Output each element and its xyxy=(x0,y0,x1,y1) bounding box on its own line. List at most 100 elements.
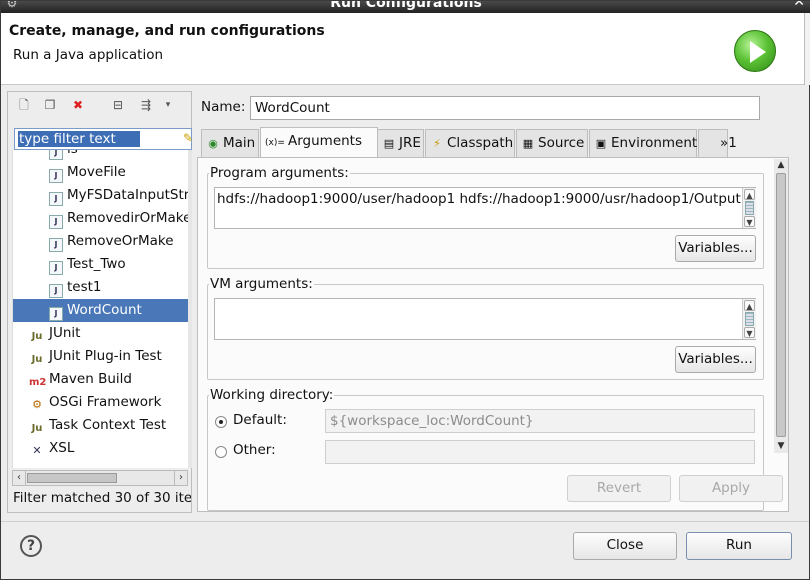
run-banner-icon xyxy=(734,30,776,72)
name-label: Name: xyxy=(201,99,246,115)
environment-tab-icon: ▣ xyxy=(595,137,607,150)
tree-item[interactable]: J MyFSDataInputStr xyxy=(13,184,188,207)
footer-separator xyxy=(1,521,809,522)
jre-tab-icon: ▤ xyxy=(383,137,395,150)
tree-item-label: Task Context Test xyxy=(49,417,167,433)
collapse-all-icon[interactable]: ⊟ xyxy=(110,97,126,113)
scroll-thumb[interactable] xyxy=(745,312,754,326)
tab-label: Source xyxy=(538,135,585,151)
tree-item[interactable]: Jtest1 xyxy=(13,276,188,299)
help-icon[interactable]: ? xyxy=(20,535,42,557)
java-config-icon: J xyxy=(49,238,63,252)
tree-item[interactable]: ⚙ OSGi Framework xyxy=(13,391,188,414)
java-config-icon: J xyxy=(49,192,63,206)
configuration-list-panel: 🗋 ❐ ✖ ⊟ ⇶ ▾ type filter text ✎ JlsJMoveF… xyxy=(7,91,193,513)
program-variables-button[interactable]: Variables... xyxy=(675,235,756,262)
vm-arguments-scrollbar[interactable]: ▲ ▼ xyxy=(742,299,756,339)
tree-item-label: JUnit xyxy=(49,325,81,341)
tree-item[interactable]: ✕ XSL xyxy=(13,437,188,460)
scroll-thumb[interactable] xyxy=(745,201,754,215)
window-title: Run Configurations xyxy=(330,1,482,11)
filter-text[interactable]: type filter text xyxy=(18,131,140,147)
configuration-tree[interactable]: JlsJMoveFile J MyFSDataInputStr JRemovedirO… xyxy=(12,150,188,468)
other-radio[interactable] xyxy=(215,446,227,458)
junit-icon: Ju xyxy=(31,331,43,342)
vm-variables-button[interactable]: Variables... xyxy=(675,346,756,373)
tab-main[interactable]: ◉ Main xyxy=(201,129,259,157)
filter-input[interactable]: type filter text ✎ xyxy=(14,128,193,150)
source-tab-icon: ▦ xyxy=(522,137,534,150)
program-arguments-label: Program arguments: xyxy=(209,165,350,181)
duplicate-configuration-icon[interactable]: ❐ xyxy=(42,97,58,113)
delete-configuration-icon[interactable]: ✖ xyxy=(70,97,86,113)
program-arguments-scrollbar[interactable]: ▲ ▼ xyxy=(742,188,756,228)
tree-item-label: JUnit Plug-in Test xyxy=(49,348,162,364)
tree-item[interactable]: J MoveFile xyxy=(13,161,188,184)
tree-item-label: WordCount xyxy=(67,302,142,318)
name-field[interactable]: WordCount xyxy=(250,96,760,120)
close-window-icon[interactable]: ✕ xyxy=(793,1,805,9)
working-directory-label: Working directory: xyxy=(209,387,335,403)
program-arguments-field[interactable]: hdfs://hadoop1:9000/user/hadoop1 hdfs://… xyxy=(214,187,756,229)
java-config-icon: J xyxy=(49,215,63,229)
scroll-down-icon[interactable]: ▼ xyxy=(744,327,755,338)
scroll-up-icon[interactable]: ▲ xyxy=(744,189,755,200)
tree-item[interactable]: J WordCount xyxy=(13,299,188,322)
tab-environment[interactable]: ▣ Environment xyxy=(589,129,697,157)
tree-item[interactable]: Jls xyxy=(13,150,188,161)
scroll-right-icon[interactable]: › xyxy=(174,470,187,486)
scroll-thumb[interactable] xyxy=(27,473,117,483)
tree-item[interactable]: Ju JUnit Plug-in Test xyxy=(13,345,188,368)
program-arguments-group: Program arguments: hdfs://hadoop1:9000/u… xyxy=(207,165,764,269)
tab-arguments[interactable]: (x)= Arguments xyxy=(260,127,378,158)
osgi-icon: ⚙ xyxy=(32,398,42,411)
clear-filter-icon[interactable]: ✎ xyxy=(183,131,193,145)
title-bar: ⚙ Run Configurations ✕ xyxy=(1,1,810,13)
tab--1[interactable]: »1 xyxy=(698,129,737,157)
scroll-down-icon[interactable]: ▼ xyxy=(774,440,788,453)
apply-button[interactable]: Apply xyxy=(679,475,783,502)
scroll-thumb[interactable] xyxy=(776,173,786,437)
tab-jre[interactable]: ▤ JRE xyxy=(377,129,424,157)
configuration-toolbar: 🗋 ❐ ✖ ⊟ ⇶ ▾ xyxy=(8,92,191,120)
tree-item[interactable]: Ju Task Context Test xyxy=(13,414,188,437)
program-arguments-value: hdfs://hadoop1:9000/user/hadoop1 hdfs://… xyxy=(217,191,741,207)
default-label: Default: xyxy=(233,412,287,428)
scroll-left-icon[interactable]: ‹ xyxy=(13,470,26,486)
java-config-icon: J xyxy=(49,261,63,275)
junit-icon: Ju xyxy=(31,423,43,434)
tree-item[interactable]: J Test_Two xyxy=(13,253,188,276)
tree-item[interactable]: m2 Maven Build xyxy=(13,368,188,391)
tree-item[interactable]: Ju JUnit xyxy=(13,322,188,345)
tree-vertical-scrollbar[interactable] xyxy=(188,150,192,468)
other-directory-field xyxy=(325,440,755,464)
arguments-tab-panel: Program arguments: hdfs://hadoop1:9000/u… xyxy=(197,157,789,512)
vm-arguments-group: VM arguments: ▲ ▼ Variables... xyxy=(207,276,764,380)
filter-status: Filter matched 30 of 30 items xyxy=(13,490,191,506)
chevron-down-icon[interactable]: ▾ xyxy=(160,97,176,113)
xsl-icon: ✕ xyxy=(32,444,42,457)
tab-panel-scrollbar[interactable]: ▲ ▼ xyxy=(774,159,788,453)
revert-button[interactable]: Revert xyxy=(567,475,671,502)
tab-label: Main xyxy=(223,135,256,151)
tree-item-label: OSGi Framework xyxy=(49,394,162,410)
header-edge xyxy=(804,13,810,85)
tab-classpath[interactable]: ⚡ Classpath xyxy=(425,129,515,157)
tree-horizontal-scrollbar[interactable]: ‹ › xyxy=(12,470,188,486)
close-button[interactable]: Close xyxy=(573,532,677,560)
tab-label: »1 xyxy=(720,135,737,151)
header-title: Create, manage, and run configurations xyxy=(9,23,325,39)
tree-item-label: MyFSDataInputStr xyxy=(67,187,188,203)
filter-configurations-icon[interactable]: ⇶ xyxy=(138,97,154,113)
scroll-up-icon[interactable]: ▲ xyxy=(744,300,755,311)
vm-arguments-field[interactable] xyxy=(214,298,756,340)
tab-source[interactable]: ▦ Source xyxy=(516,129,588,157)
main-tab-icon: ◉ xyxy=(208,137,218,150)
default-radio[interactable] xyxy=(215,416,227,428)
run-button[interactable]: Run xyxy=(686,532,792,560)
new-configuration-icon[interactable]: 🗋 xyxy=(16,97,32,113)
tree-item[interactable]: J RemovedirOrMake xyxy=(13,207,188,230)
tree-item[interactable]: J RemoveOrMake xyxy=(13,230,188,253)
scroll-down-icon[interactable]: ▼ xyxy=(744,216,755,227)
scroll-up-icon[interactable]: ▲ xyxy=(774,159,788,172)
